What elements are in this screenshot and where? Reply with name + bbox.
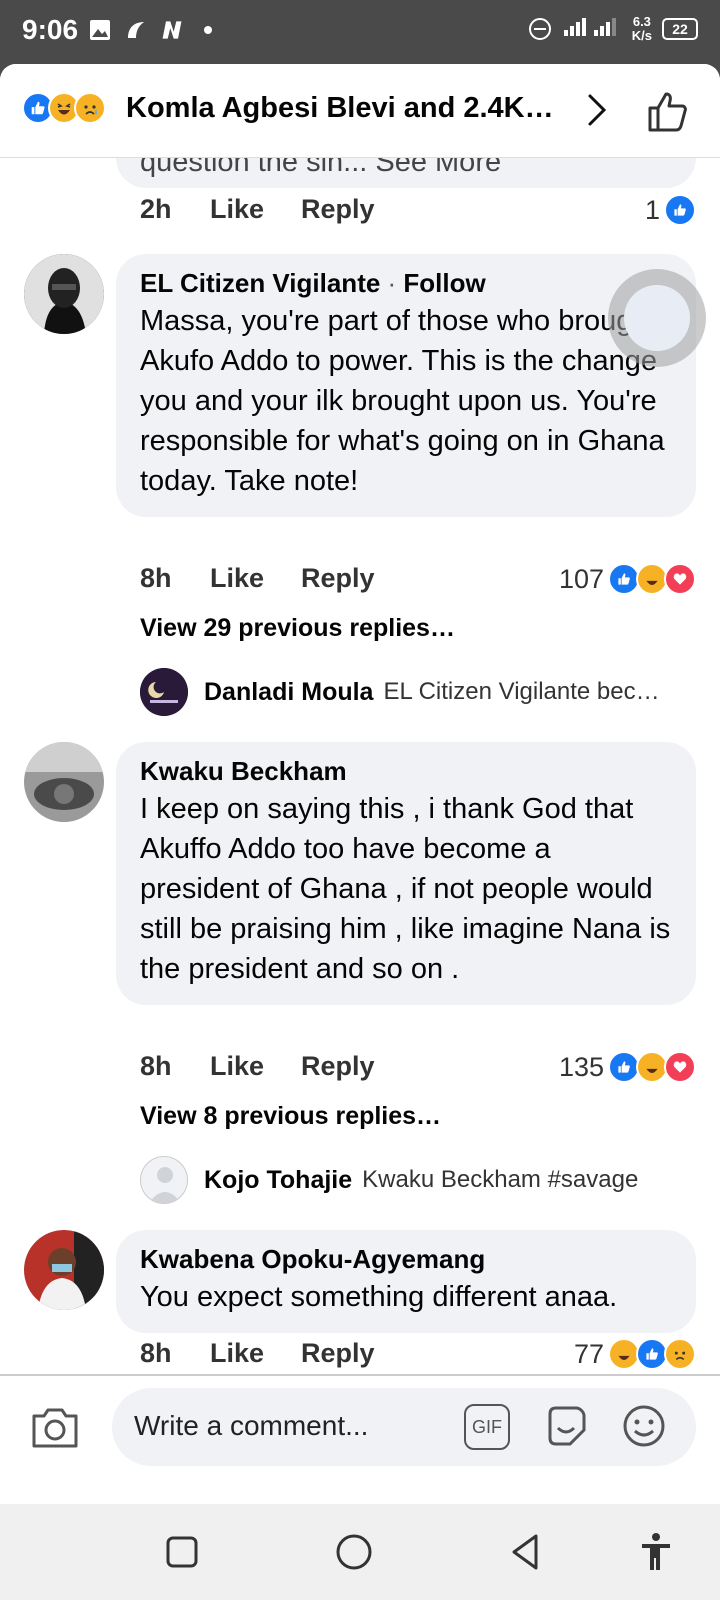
reply-preview[interactable]: Kojo Tohajie Kwaku Beckham #savage bbox=[140, 1156, 700, 1204]
emoji-icon[interactable] bbox=[620, 1402, 668, 1450]
back-button[interactable] bbox=[504, 1530, 548, 1574]
reaction-count: 77 bbox=[573, 1338, 604, 1369]
comment-actions: 8h Like Reply bbox=[140, 563, 375, 594]
like-button[interactable]: Like bbox=[210, 194, 301, 225]
signal-icon bbox=[562, 14, 622, 43]
comment-reactions[interactable]: 1 bbox=[645, 194, 696, 226]
system-nav-bar bbox=[0, 1504, 720, 1600]
comment-author-line: EL Citizen Vigilante · Follow bbox=[140, 268, 672, 299]
reaction-count: 1 bbox=[644, 194, 660, 225]
comment-author[interactable]: Kwaku Beckham bbox=[140, 756, 672, 787]
comment-text: You expect something different anaa. bbox=[140, 1281, 618, 1313]
status-right-icons: 6.3 K/s 22 bbox=[528, 14, 698, 43]
header-reaction-icons bbox=[22, 92, 106, 124]
love-reaction-icon bbox=[664, 563, 696, 595]
like-reaction-icon bbox=[664, 194, 696, 226]
status-notification-icons bbox=[88, 18, 220, 42]
comment-bubble[interactable]: Kwabena Opoku-Agyemang You expect someth… bbox=[116, 1230, 696, 1333]
status-bar: 9:06 6.3 K/s 22 bbox=[0, 0, 720, 64]
comment-input[interactable] bbox=[134, 1406, 434, 1446]
follow-button[interactable]: Follow bbox=[403, 268, 485, 298]
news-app-icon bbox=[160, 18, 184, 42]
like-post-button[interactable] bbox=[644, 88, 692, 136]
like-button[interactable]: Like bbox=[210, 1338, 301, 1369]
comment-time: 8h bbox=[140, 1338, 172, 1368]
do-not-disturb-icon bbox=[528, 17, 552, 41]
comment-input-container: GIF bbox=[112, 1388, 696, 1466]
comment-bubble[interactable]: question the sin... See More bbox=[116, 158, 696, 188]
comment-time: 8h bbox=[140, 1051, 172, 1081]
battery-icon: 22 bbox=[662, 17, 698, 40]
sticker-icon[interactable] bbox=[542, 1402, 590, 1450]
reply-button[interactable]: Reply bbox=[301, 1338, 375, 1369]
view-previous-replies[interactable]: View 8 previous replies… bbox=[140, 1102, 441, 1131]
reply-avatar[interactable] bbox=[140, 1156, 188, 1204]
network-speed: 6.3 K/s bbox=[631, 13, 652, 43]
app-notification-icon bbox=[124, 18, 148, 42]
chevron-right-icon[interactable] bbox=[582, 90, 612, 130]
separator: · bbox=[380, 268, 404, 298]
dot-icon bbox=[196, 18, 220, 42]
reply-button[interactable]: Reply bbox=[301, 563, 375, 594]
comment-time: 8h bbox=[140, 563, 172, 593]
reply-text: EL Citizen Vigilante bec… bbox=[383, 678, 660, 705]
assist-bubble-inner bbox=[624, 285, 690, 351]
comment-reactions[interactable]: 107 bbox=[559, 563, 696, 595]
reply-button[interactable]: Reply bbox=[301, 194, 375, 225]
comment-actions: 8h Like Reply bbox=[140, 1338, 375, 1369]
love-reaction-icon bbox=[664, 1051, 696, 1083]
comment-text: Massa, you're part of those who brought … bbox=[140, 305, 665, 497]
reactions-header[interactable]: Komla Agbesi Blevi and 2.4K… bbox=[0, 64, 720, 158]
comment-time: 2h bbox=[140, 194, 172, 224]
reaction-count: 107 bbox=[558, 563, 604, 594]
home-button[interactable] bbox=[332, 1530, 376, 1574]
sad-reaction-icon bbox=[74, 92, 106, 124]
comment-bubble[interactable]: Kwaku Beckham I keep on saying this , i … bbox=[116, 742, 696, 1005]
view-previous-replies[interactable]: View 29 previous replies… bbox=[140, 614, 455, 643]
comment-reactions[interactable]: 135 bbox=[559, 1051, 696, 1083]
camera-icon[interactable] bbox=[28, 1404, 82, 1452]
comments-sheet: Komla Agbesi Blevi and 2.4K… question th… bbox=[0, 64, 720, 1504]
sad-reaction-icon bbox=[664, 1338, 696, 1370]
comment-actions: 2h Like Reply bbox=[140, 194, 375, 225]
comment-text: question the sin... See More bbox=[140, 158, 502, 178]
avatar[interactable] bbox=[24, 254, 104, 334]
gallery-icon bbox=[88, 18, 112, 42]
avatar[interactable] bbox=[24, 1230, 104, 1310]
comment-composer: GIF bbox=[0, 1374, 720, 1474]
comment-text: I keep on saying this , i thank God that… bbox=[140, 793, 671, 985]
comment-feed[interactable]: question the sin... See More 2h Like Rep… bbox=[0, 158, 720, 1408]
reaction-count: 135 bbox=[558, 1051, 604, 1082]
comment-bubble[interactable]: EL Citizen Vigilante · Follow Massa, you… bbox=[116, 254, 696, 517]
accessibility-icon[interactable] bbox=[634, 1530, 678, 1574]
reply-author[interactable]: Danladi Moula bbox=[204, 678, 373, 707]
comment-author[interactable]: Kwabena Opoku-Agyemang bbox=[140, 1244, 672, 1275]
recents-button[interactable] bbox=[160, 1530, 204, 1574]
reply-author[interactable]: Kojo Tohajie bbox=[204, 1166, 352, 1195]
status-time: 9:06 bbox=[22, 14, 79, 45]
header-title[interactable]: Komla Agbesi Blevi and 2.4K… bbox=[126, 92, 554, 125]
reply-preview[interactable]: Danladi Moula EL Citizen Vigilante bec… bbox=[140, 668, 700, 716]
like-button[interactable]: Like bbox=[210, 1051, 301, 1082]
reply-button[interactable]: Reply bbox=[301, 1051, 375, 1082]
reply-avatar[interactable] bbox=[140, 668, 188, 716]
comment-actions: 8h Like Reply bbox=[140, 1051, 375, 1082]
reply-text: Kwaku Beckham #savage bbox=[362, 1166, 639, 1193]
comment-author[interactable]: EL Citizen Vigilante bbox=[140, 268, 380, 298]
gif-button[interactable]: GIF bbox=[464, 1404, 510, 1450]
comment-reactions[interactable]: 77 bbox=[574, 1338, 696, 1370]
like-button[interactable]: Like bbox=[210, 563, 301, 594]
floating-assist-bubble[interactable] bbox=[608, 269, 706, 367]
avatar[interactable] bbox=[24, 742, 104, 822]
